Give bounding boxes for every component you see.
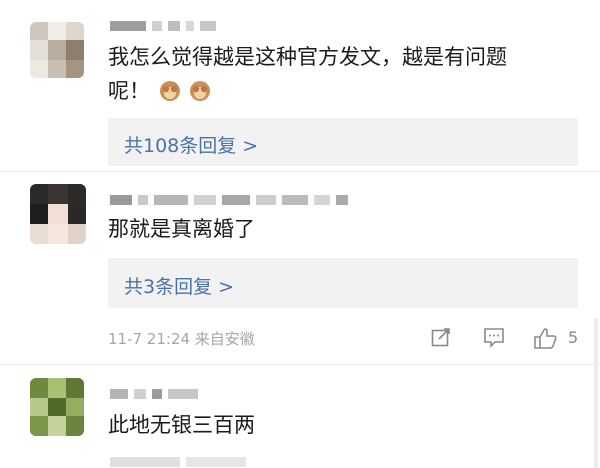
comment-item: 那就是真离婚了 共3条回复 > 11-7 21:24 来自安徽 5 — [0, 172, 600, 364]
view-replies-link[interactable]: 共108条回复 > — [124, 131, 258, 158]
comment-item: 此地无银三百两 — [0, 366, 600, 467]
divider — [0, 364, 600, 365]
username[interactable] — [110, 388, 198, 400]
comment-item: 我怎么觉得越是这种官方发文，越是有问题 呢！ 共108条回复 > — [0, 0, 600, 170]
avatar[interactable] — [30, 378, 84, 436]
see-no-evil-monkey-icon — [189, 78, 211, 101]
like-button[interactable] — [532, 326, 558, 354]
timestamp-location: 11-7 21:24 来自安徽 — [108, 330, 255, 348]
comment-icon — [482, 328, 506, 352]
avatar[interactable] — [30, 22, 84, 78]
username[interactable] — [110, 194, 348, 206]
reply-box[interactable]: 共3条回复 > — [108, 258, 578, 308]
comment-text: 此地无银三百两 — [108, 413, 255, 437]
avatar[interactable] — [30, 184, 86, 244]
comment-text-line: 我怎么觉得越是这种官方发文，越是有问题 — [108, 45, 507, 69]
reply-box[interactable]: 共108条回复 > — [108, 118, 578, 166]
share-icon — [430, 328, 452, 352]
comment-button[interactable] — [482, 326, 506, 352]
comment-meta: 11-7 21:24 来自安徽 5 — [108, 328, 586, 352]
comment-text: 我怎么觉得越是这种官方发文，越是有问题 呢！ — [108, 40, 578, 108]
comment-text-fragment: 呢！ — [108, 79, 150, 103]
see-no-evil-monkey-icon — [159, 78, 181, 101]
like-count: 5 — [568, 328, 579, 347]
username[interactable] — [110, 20, 216, 32]
comment-meta — [110, 456, 246, 468]
view-replies-link[interactable]: 共3条回复 > — [124, 272, 234, 299]
share-button[interactable] — [430, 326, 452, 352]
scrollbar[interactable] — [594, 318, 598, 468]
comment-text: 那就是真离婚了 — [108, 217, 255, 241]
thumbs-up-icon — [532, 328, 558, 354]
comment-text-line: 呢！ — [108, 74, 578, 108]
